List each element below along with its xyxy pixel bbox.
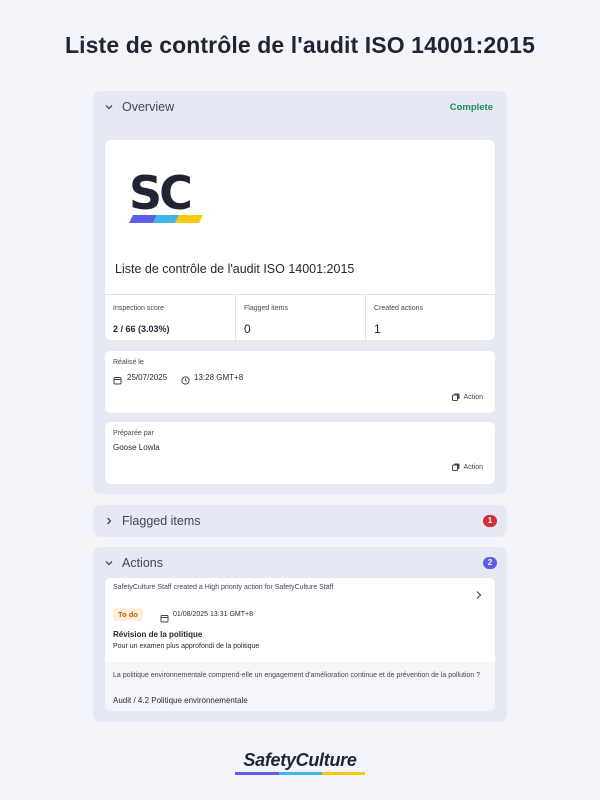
chevron-down-icon — [103, 557, 115, 569]
action-question: La politique environnementale comprend-e… — [113, 672, 481, 679]
brand-name: SafetyCulture — [243, 750, 357, 770]
prepare-label: Préparée par — [113, 430, 154, 437]
stat-label: Flagged items — [244, 305, 288, 312]
document-title: Liste de contrôle de l'audit ISO 14001:2… — [115, 262, 355, 276]
action-label: Action — [463, 463, 483, 471]
logo-text: SC — [129, 166, 193, 220]
flagged-title: Flagged items — [122, 514, 201, 528]
stat-value: 2 / 66 (3.03%) — [113, 324, 170, 334]
overview-section: Overview Complete SC Liste de contrôle d… — [93, 91, 507, 494]
realise-label: Réalisé le — [113, 359, 144, 366]
action-label: Action — [463, 393, 483, 401]
company-logo: SC — [129, 166, 209, 226]
action-icon — [451, 393, 460, 401]
realise-time: 13:28 GMT+8 — [194, 373, 244, 382]
action-due-date: 01/08/2025 13:31 GMT+8 — [173, 611, 253, 618]
actions-title: Actions — [122, 556, 163, 570]
action-status-badge: To do — [113, 608, 143, 621]
brand-underline-icon — [235, 772, 365, 775]
chevron-right-icon[interactable] — [475, 587, 483, 605]
chevron-down-icon — [103, 101, 115, 113]
actions-count-badge: 2 — [483, 557, 497, 569]
flagged-header[interactable]: Flagged items — [93, 505, 507, 537]
action-icon — [451, 463, 460, 471]
flagged-section[interactable]: Flagged items 1 — [93, 505, 507, 537]
realise-date: 25/07/2025 — [127, 373, 168, 382]
action-item[interactable]: SafetyCulture Staff created a High prior… — [105, 578, 495, 711]
footer-logo: SafetyCulture — [0, 750, 600, 775]
calendar-icon — [160, 610, 169, 628]
clock-icon — [181, 372, 190, 390]
stat-inspection-score: Inspection score 2 / 66 (3.03%) — [105, 294, 236, 340]
logo-stripe-icon — [129, 215, 203, 223]
action-path: Audit / 4.2 Politique environnementale — [113, 696, 248, 705]
status-badge: Complete — [449, 102, 493, 113]
overview-header[interactable]: Overview — [93, 91, 507, 123]
prepare-value: Goose Lowla — [113, 443, 160, 452]
realise-card: Réalisé le 25/07/2025 13:28 GMT+8 Action — [105, 351, 495, 413]
action-title: Révision de la politique — [113, 630, 203, 639]
actions-section: Actions 2 SafetyCulture Staff created a … — [93, 547, 507, 722]
stat-created-actions: Created actions 1 — [366, 294, 495, 340]
stat-label: Created actions — [374, 305, 424, 312]
title-card: SC Liste de contrôle de l'audit ISO 1400… — [105, 140, 495, 340]
overview-title: Overview — [122, 100, 175, 114]
action-description: Pour un examen plus approfondi de la pol… — [113, 643, 260, 650]
flagged-count-badge: 1 — [483, 515, 497, 527]
prepare-card: Préparée par Goose Lowla Action — [105, 422, 495, 484]
actions-header[interactable]: Actions — [93, 547, 507, 579]
prepare-action-button[interactable]: Action — [451, 463, 483, 471]
stat-label: Inspection score — [113, 305, 164, 312]
page-title: Liste de contrôle de l'audit ISO 14001:2… — [65, 32, 535, 58]
stat-value: 1 — [374, 322, 381, 336]
realise-action-button[interactable]: Action — [451, 393, 483, 401]
stat-value: 0 — [244, 322, 251, 336]
action-created-by: SafetyCulture Staff created a High prior… — [113, 584, 334, 591]
stat-flagged-items: Flagged items 0 — [236, 294, 366, 340]
calendar-icon — [113, 372, 122, 390]
chevron-right-icon — [103, 515, 115, 527]
action-question-area: La politique environnementale comprend-e… — [105, 662, 495, 711]
